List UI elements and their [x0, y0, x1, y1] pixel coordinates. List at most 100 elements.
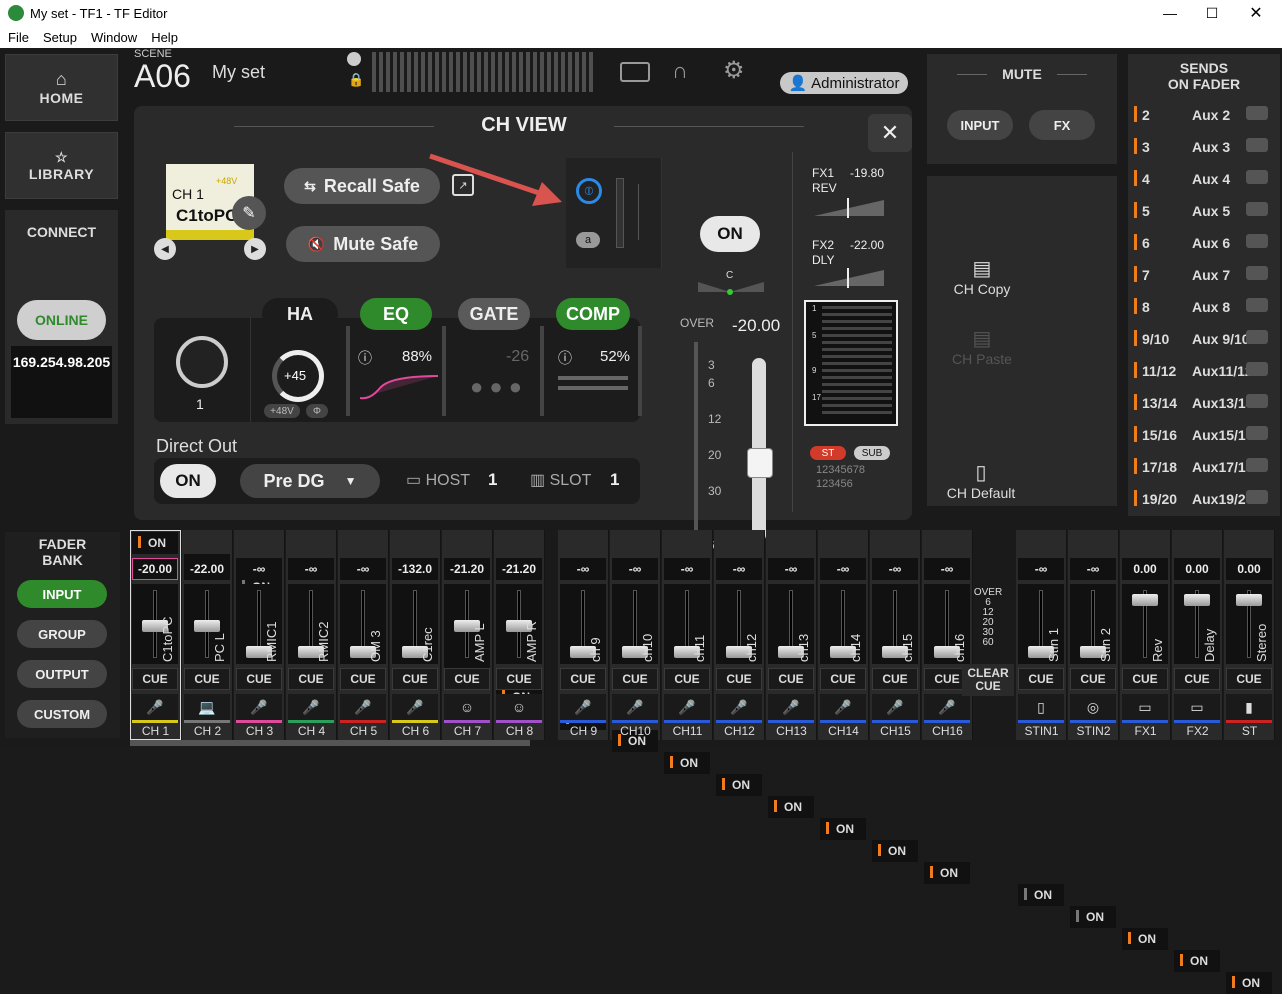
bank-input-button[interactable]: INPUT: [17, 580, 107, 608]
strip-level[interactable]: -∞: [768, 558, 814, 580]
strip-on-button[interactable]: ON: [1018, 884, 1064, 906]
strip-level[interactable]: -∞: [716, 558, 762, 580]
send-item[interactable]: 7 Aux 7: [1128, 260, 1278, 292]
comp-bypass-icon[interactable]: ⓘ: [558, 348, 572, 368]
v-mic-icon[interactable]: 🎤: [392, 694, 438, 720]
strip-cue-button[interactable]: CUE: [1174, 668, 1220, 690]
menu-help[interactable]: Help: [143, 26, 184, 45]
st-assign-button[interactable]: ST: [810, 446, 846, 460]
send-on-fader-icon[interactable]: [1246, 490, 1268, 504]
strip-on-button[interactable]: ON: [924, 862, 970, 884]
pre-dg-select[interactable]: Pre DG ▼: [240, 464, 380, 498]
strip-fader[interactable]: PC L: [184, 584, 230, 664]
send-item[interactable]: 5 Aux 5: [1128, 196, 1278, 228]
send-item[interactable]: 3 Aux 3: [1128, 132, 1278, 164]
send-item[interactable]: 15/16 Aux15/16: [1128, 420, 1278, 452]
mic-icon[interactable]: 🎤: [820, 694, 866, 720]
disc-icon[interactable]: ◎: [1070, 694, 1116, 720]
bank-custom-button[interactable]: CUSTOM: [17, 700, 107, 728]
send-item[interactable]: 4 Aux 4: [1128, 164, 1278, 196]
strip-level[interactable]: 0.00: [1226, 558, 1272, 580]
ha-button[interactable]: HA: [262, 298, 338, 330]
scene-name[interactable]: My set: [212, 62, 265, 83]
mic-icon[interactable]: 🎤: [560, 694, 606, 720]
sub-assign-button[interactable]: SUB: [854, 446, 890, 460]
strip-fader[interactable]: RMIC2: [288, 584, 334, 664]
send-item[interactable]: 2 Aux 2: [1128, 100, 1278, 132]
channel-on-button[interactable]: ON: [700, 216, 760, 252]
online-button[interactable]: ONLINE: [17, 300, 106, 340]
menu-window[interactable]: Window: [83, 26, 143, 45]
strip-cue-button[interactable]: CUE: [1122, 668, 1168, 690]
strip-fader[interactable]: ch14: [820, 584, 866, 664]
fader-knob[interactable]: [194, 620, 220, 632]
strip-fader[interactable]: ch13: [768, 584, 814, 664]
strip-fader[interactable]: RMIC1: [236, 584, 282, 664]
send-on-fader-icon[interactable]: [1246, 362, 1268, 376]
home-button[interactable]: ⌂ HOME: [5, 54, 118, 121]
strip-level[interactable]: 0.00: [1174, 558, 1220, 580]
strip-cue-button[interactable]: CUE: [1070, 668, 1116, 690]
strip-on-button[interactable]: ON: [768, 796, 814, 818]
ha-phase-button[interactable]: Φ: [306, 404, 328, 418]
strip-fader[interactable]: Rev: [1122, 584, 1168, 664]
mic-icon[interactable]: 🎤: [340, 694, 386, 720]
strip-cue-button[interactable]: CUE: [288, 668, 334, 690]
strip-level[interactable]: -∞: [820, 558, 866, 580]
strip-fader[interactable]: Delay: [1174, 584, 1220, 664]
strip-fader[interactable]: C1toPC: [132, 584, 178, 664]
strip-level[interactable]: -∞: [664, 558, 710, 580]
assign-row2[interactable]: 123456: [816, 478, 853, 490]
assign-row1[interactable]: 12345678: [816, 464, 865, 476]
strip-cue-button[interactable]: CUE: [612, 668, 658, 690]
send-on-fader-icon[interactable]: [1246, 170, 1268, 184]
fx2-slider[interactable]: [814, 268, 886, 288]
strip-fader[interactable]: ch11: [664, 584, 710, 664]
strip-fader[interactable]: StIn 2: [1070, 584, 1116, 664]
strip-level[interactable]: -20.00: [132, 558, 178, 580]
direct-out-on-button[interactable]: ON: [160, 464, 216, 498]
mic-icon[interactable]: 🎤: [768, 694, 814, 720]
strip-cue-button[interactable]: CUE: [664, 668, 710, 690]
smile-icon[interactable]: ☺: [496, 694, 542, 720]
strip-cue-button[interactable]: CUE: [392, 668, 438, 690]
strip-cue-button[interactable]: CUE: [716, 668, 762, 690]
strip-cue-button[interactable]: CUE: [496, 668, 542, 690]
strip-cue-button[interactable]: CUE: [444, 668, 490, 690]
comp-button[interactable]: COMP: [556, 298, 630, 330]
ch-view-fader-knob[interactable]: [747, 448, 773, 478]
host-num[interactable]: 1: [488, 470, 497, 490]
comp-meter[interactable]: [558, 376, 628, 380]
strip-cue-button[interactable]: CUE: [1226, 668, 1272, 690]
eq-curve[interactable]: [360, 370, 438, 402]
pan-knob[interactable]: [696, 278, 766, 298]
fx1-slider[interactable]: [814, 198, 886, 218]
send-meter-grid[interactable]: 1 5 9 17: [804, 300, 898, 426]
strip-on-button[interactable]: ON: [1122, 928, 1168, 950]
ch-default-button[interactable]: ▯ CH Default: [931, 450, 1031, 510]
ch-copy-button[interactable]: ▤ CH Copy: [937, 246, 1027, 306]
send-item[interactable]: 6 Aux 6: [1128, 228, 1278, 260]
user-button[interactable]: 👤 Administrator: [780, 72, 908, 94]
gate-button[interactable]: GATE: [458, 298, 530, 330]
strip-fader[interactable]: StIn 1: [1018, 584, 1064, 664]
mute-fx-button[interactable]: FX: [1029, 110, 1095, 140]
send-on-fader-icon[interactable]: [1246, 234, 1268, 248]
bank-output-button[interactable]: OUTPUT: [17, 660, 107, 688]
stereo-link-icon[interactable]: ⦶: [576, 178, 602, 204]
ipod-icon[interactable]: ▯: [1018, 694, 1064, 720]
strip-level[interactable]: -∞: [1070, 558, 1116, 580]
ch-paste-button[interactable]: ▤ CH Paste: [937, 316, 1027, 376]
strip-on-button[interactable]: ON: [1174, 950, 1220, 972]
recall-safe-button[interactable]: ⇆ Recall Safe: [284, 168, 440, 204]
strip-on-button[interactable]: ON: [1070, 906, 1116, 928]
prev-channel-icon[interactable]: ◀: [154, 238, 176, 260]
strip-level[interactable]: 0.00: [1122, 558, 1168, 580]
close-view-icon[interactable]: ✕: [868, 114, 912, 152]
strip-cue-button[interactable]: CUE: [236, 668, 282, 690]
speaker-icon[interactable]: ▮: [1226, 694, 1272, 720]
smile-icon[interactable]: ☺: [444, 694, 490, 720]
send-on-fader-icon[interactable]: [1246, 266, 1268, 280]
mic-icon[interactable]: 🎤: [288, 694, 334, 720]
strip-cue-button[interactable]: CUE: [132, 668, 178, 690]
